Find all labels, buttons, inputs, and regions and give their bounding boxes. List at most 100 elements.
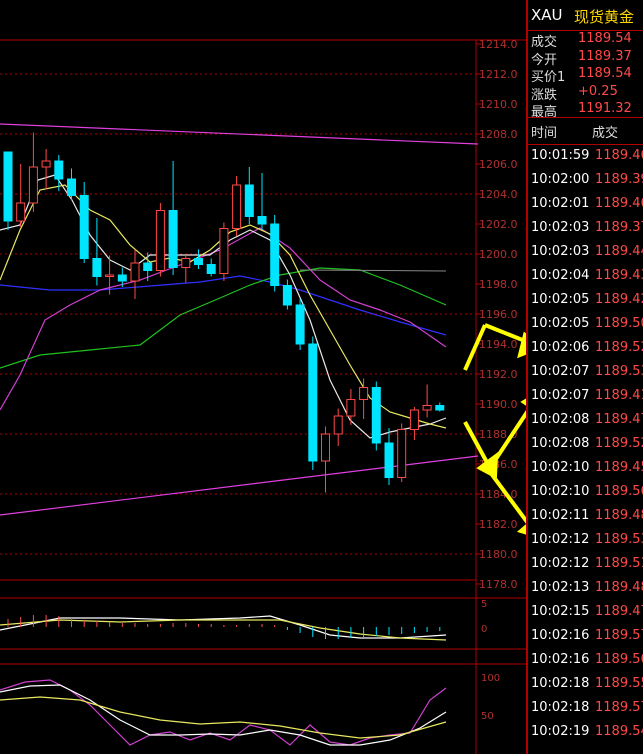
tick-price: 1189.52: [595, 436, 643, 451]
price-axis-label: 1210.0: [479, 98, 518, 111]
price-axis-label: 1206.0: [479, 158, 518, 171]
price-axis-label: 1190.0: [479, 398, 518, 411]
candle-up: [397, 429, 407, 478]
candle-down: [168, 210, 178, 268]
candle-down: [92, 258, 102, 277]
price-axis-label: 1182.0: [479, 518, 518, 531]
tick-row[interactable]: 10:02:15 1189.47: [528, 601, 643, 625]
ticks-header: 时间 成交: [528, 117, 643, 145]
tick-time: 10:02:05: [531, 316, 590, 331]
quote-field-row: 涨跌 +0.25: [528, 83, 643, 103]
tick-price: 1189.46: [595, 196, 643, 211]
kline-chart[interactable]: 1214.0 1212.0 1210.0 1208.0 1206.0 1204.0 1202…: [0, 0, 526, 754]
tick-price: 1189.54: [595, 724, 643, 739]
tick-row[interactable]: 10:02:08 1189.52: [528, 433, 643, 457]
candle-up: [321, 433, 330, 462]
kdj-k-line: [0, 679, 447, 746]
kdj-axis-50: 50: [481, 711, 494, 722]
price-axis-label: 1200.0: [479, 248, 518, 261]
tick-row[interactable]: 10:02:18 1189.55: [528, 673, 643, 697]
candle-down: [67, 178, 76, 196]
tick-price: 1189.56: [595, 484, 643, 499]
chart-frame: [0, 39, 526, 754]
tick-row[interactable]: 10:01:59 1189.46: [528, 145, 643, 169]
price-axis-label: 1212.0: [479, 68, 518, 81]
tick-row[interactable]: 10:02:08 1189.47: [528, 409, 643, 433]
candle-down: [3, 151, 13, 222]
tick-row[interactable]: 10:02:10 1189.45: [528, 457, 643, 481]
ticks-header-price: 成交: [592, 126, 619, 141]
tick-price: 1189.55: [595, 676, 643, 691]
tick-row[interactable]: 10:02:07 1189.41: [528, 385, 643, 409]
tick-price: 1189.43: [595, 268, 643, 283]
symbol-code: XAU: [531, 6, 563, 24]
tick-price: 1189.47: [595, 412, 643, 427]
tick-price: 1189.51: [595, 556, 643, 571]
candle-up: [422, 405, 432, 411]
candle-down: [295, 304, 305, 345]
price-axis: 1214.0 1212.0 1210.0 1208.0 1206.0 1204.0 1202…: [476, 38, 518, 591]
tick-price: 1189.50: [595, 316, 643, 331]
candle-up: [105, 274, 115, 277]
quote-field-label: 成交: [531, 35, 558, 50]
quote-field-row: 成交 1189.54: [528, 31, 643, 50]
tick-row[interactable]: 10:02:05 1189.42: [528, 289, 643, 313]
price-axis-label: 1204.0: [479, 188, 518, 201]
tick-time: 10:02:03: [531, 244, 590, 259]
tick-row[interactable]: 10:02:19 1189.54: [528, 721, 643, 745]
candle-up: [181, 258, 191, 268]
tick-row[interactable]: 10:02:16 1189.57: [528, 625, 643, 649]
tick-time: 10:02:07: [531, 388, 590, 403]
tick-row[interactable]: 10:02:18 1189.57: [528, 697, 643, 721]
candle-up: [130, 262, 140, 282]
candle-down: [384, 442, 394, 478]
symbol-name: 现货黄金: [574, 8, 635, 26]
candle-up: [155, 210, 165, 271]
tick-row[interactable]: 10:02:03 1189.44: [528, 241, 643, 265]
tick-row[interactable]: 10:02:01 1189.46: [528, 193, 643, 217]
tick-time: 10:02:13: [531, 580, 590, 595]
price-axis-label: 1192.0: [479, 368, 518, 381]
tick-time: 10:02:00: [531, 172, 590, 187]
tick-row[interactable]: 10:02:12 1189.51: [528, 553, 643, 577]
tick-price: 1189.52: [595, 340, 643, 355]
tick-row[interactable]: 10:02:12 1189.53: [528, 529, 643, 553]
tick-row[interactable]: 10:02:06 1189.52: [528, 337, 643, 361]
candle-down: [282, 285, 292, 306]
tick-price: 1189.47: [595, 604, 643, 619]
kdj-axis-100: 100: [481, 673, 500, 684]
tick-row[interactable]: 10:02:13 1189.48: [528, 577, 643, 601]
quote-panel: XAU 现货黄金 成交 1189.54 今开 1189.37 买价1 1189.54 涨跌 +…: [526, 0, 643, 754]
kdj-j-line: [0, 696, 447, 739]
price-axis-label: 1178.0: [479, 578, 518, 591]
tick-time: 10:02:15: [531, 604, 590, 619]
candle-down: [54, 160, 64, 180]
tick-time: 10:02:04: [531, 268, 590, 283]
tick-row[interactable]: 10:02:03 1189.37: [528, 217, 643, 241]
tick-price: 1189.45: [595, 460, 643, 475]
tick-time: 10:02:18: [531, 676, 590, 691]
quote-field-value: 1189.37: [578, 48, 632, 64]
tick-price: 1189.57: [595, 628, 643, 643]
tick-time: 10:02:07: [531, 364, 590, 379]
tick-row[interactable]: 10:02:11 1189.48: [528, 505, 643, 529]
quote-field-value: 1191.32: [578, 101, 632, 116]
tick-time: 10:02:06: [531, 340, 590, 355]
tick-price: 1189.41: [595, 388, 643, 403]
tick-price: 1189.42: [595, 292, 643, 307]
candle-down: [194, 258, 203, 265]
tick-price: 1189.48: [595, 508, 643, 523]
candle-down: [308, 343, 318, 462]
quote-field-value: +0.25: [578, 83, 618, 99]
tick-row[interactable]: 10:02:04 1189.43: [528, 265, 643, 289]
tick-row[interactable]: 10:02:10 1189.56: [528, 481, 643, 505]
tick-row[interactable]: 10:02:00 1189.39: [528, 169, 643, 193]
tick-row[interactable]: 10:02:16 1189.56: [528, 649, 643, 673]
tick-row[interactable]: 10:02:07 1189.53: [528, 361, 643, 385]
tick-time: 10:02:08: [531, 436, 590, 451]
candle-up: [16, 202, 26, 222]
tick-row[interactable]: 10:02:05 1189.50: [528, 313, 643, 337]
tick-time: 10:02:10: [531, 460, 590, 475]
macd-axis-5: 5: [481, 599, 487, 610]
tick-time: 10:02:19: [531, 724, 590, 739]
